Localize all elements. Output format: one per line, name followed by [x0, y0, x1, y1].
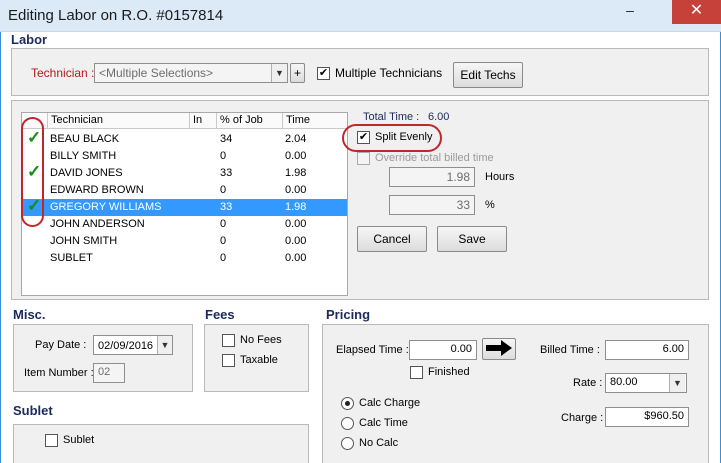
multiple-technicians-label: Multiple Technicians: [335, 66, 443, 80]
multiple-technicians-checkbox[interactable]: ✔: [317, 67, 330, 80]
apply-elapsed-button[interactable]: [482, 338, 516, 360]
percent-input[interactable]: 33: [389, 195, 475, 215]
technician-select-value: <Multiple Selections>: [99, 66, 214, 80]
billed-time-label: Billed Time :: [540, 344, 600, 356]
charge-input[interactable]: $960.50: [605, 407, 689, 427]
no-fees-checkbox[interactable]: [222, 334, 235, 347]
charge-label: Charge :: [561, 412, 604, 424]
grid-header-time: Time: [283, 113, 347, 129]
sublet-checkbox[interactable]: [45, 434, 58, 447]
table-row[interactable]: JOHN SMITH 0 0.00: [22, 233, 347, 250]
minimize-button[interactable]: –: [613, 0, 647, 24]
time-cell: 2.04: [285, 133, 307, 145]
time-cell: 0.00: [285, 150, 307, 162]
checkmark-highlight-oval: [21, 117, 44, 227]
time-cell: 0.00: [285, 184, 307, 196]
chevron-down-icon[interactable]: ▼: [271, 64, 287, 82]
arrow-right-icon: [486, 340, 512, 356]
override-billed-label: Override total billed time: [375, 152, 494, 164]
save-button[interactable]: Save: [437, 226, 507, 252]
calc-time-label: Calc Time: [359, 417, 408, 429]
close-button[interactable]: ✕: [672, 0, 721, 24]
rate-select-value: 80.00: [610, 376, 638, 388]
fees-section-title: Fees: [205, 307, 235, 322]
calc-charge-radio[interactable]: [341, 397, 354, 410]
no-calc-radio[interactable]: [341, 437, 354, 450]
percent-cell: 34: [220, 133, 233, 145]
time-cell: 1.98: [285, 167, 307, 179]
cancel-button[interactable]: Cancel: [357, 226, 427, 252]
table-row[interactable]: ✓ BEAU BLACK 34 2.04: [22, 129, 347, 148]
percent-cell: 0: [220, 235, 227, 247]
pricing-section-title: Pricing: [326, 307, 371, 322]
elapsed-time-label: Elapsed Time :: [336, 344, 409, 356]
time-cell: 0.00: [285, 218, 307, 230]
percent-label: %: [485, 199, 495, 211]
add-technician-button[interactable]: +: [290, 63, 305, 83]
table-row[interactable]: ✓ GREGORY WILLIAMS 33 1.98: [22, 197, 347, 216]
misc-section-title: Misc.: [13, 307, 46, 322]
finished-label: Finished: [428, 366, 470, 378]
technician-name-cell: BILLY SMITH: [50, 150, 117, 162]
technician-name-cell: EDWARD BROWN: [50, 184, 144, 196]
table-row[interactable]: SUBLET 0 0.00: [22, 250, 347, 267]
finished-checkbox[interactable]: [410, 366, 423, 379]
sublet-label: Sublet: [63, 434, 95, 446]
pay-date-value: 02/09/2016: [98, 340, 154, 352]
taxable-checkbox[interactable]: [222, 354, 235, 367]
calendar-dropdown-icon[interactable]: ▼: [157, 336, 172, 354]
rate-chevron-down-icon[interactable]: ▼: [669, 374, 685, 392]
taxable-label: Taxable: [240, 354, 278, 366]
split-evenly-checkbox[interactable]: ✔: [357, 131, 370, 144]
item-number-label: Item Number :: [24, 367, 94, 379]
window-title: Editing Labor on R.O. #0157814: [8, 7, 224, 24]
calc-charge-label: Calc Charge: [359, 397, 421, 409]
technician-name-cell: GREGORY WILLIAMS: [50, 201, 162, 213]
technician-label: Technician :: [31, 66, 95, 80]
table-row[interactable]: BILLY SMITH 0 0.00: [22, 148, 347, 165]
table-row[interactable]: JOHN ANDERSON 0 0.00: [22, 216, 347, 233]
technician-name-cell: JOHN SMITH: [50, 235, 118, 247]
hours-input[interactable]: 1.98: [389, 167, 475, 187]
elapsed-time-input[interactable]: 0.00: [409, 340, 477, 360]
rate-label: Rate :: [573, 377, 603, 389]
time-cell: 0.00: [285, 252, 307, 264]
technician-name-cell: BEAU BLACK: [50, 133, 120, 145]
percent-cell: 0: [220, 150, 227, 162]
grid-header-technician: Technician: [48, 113, 190, 129]
total-time-value: 6.00: [428, 111, 450, 123]
edit-techs-button[interactable]: Edit Techs: [453, 62, 523, 88]
calc-time-radio[interactable]: [341, 417, 354, 430]
percent-cell: 33: [220, 201, 233, 213]
time-cell: 1.98: [285, 201, 307, 213]
technician-name-cell: JOHN ANDERSON: [50, 218, 145, 230]
sublet-section-title: Sublet: [13, 403, 53, 418]
no-fees-label: No Fees: [240, 334, 282, 346]
pay-date-label: Pay Date :: [35, 339, 87, 351]
item-number-input[interactable]: 02: [93, 363, 125, 383]
percent-cell: 0: [220, 184, 227, 196]
technician-name-cell: DAVID JONES: [50, 167, 123, 179]
time-cell: 0.00: [285, 235, 307, 247]
percent-cell: 0: [220, 252, 227, 264]
technician-name-cell: SUBLET: [50, 252, 93, 264]
no-calc-label: No Calc: [359, 437, 399, 449]
split-evenly-label: Split Evenly: [375, 131, 433, 143]
billed-time-input[interactable]: 6.00: [605, 340, 689, 360]
technician-select[interactable]: <Multiple Selections>: [94, 63, 288, 83]
grid-header-percent: % of Job: [217, 113, 283, 129]
labor-section-title: Labor: [11, 32, 48, 47]
override-billed-checkbox[interactable]: [357, 152, 370, 165]
table-row[interactable]: ✓ DAVID JONES 33 1.98: [22, 163, 347, 182]
technician-grid[interactable]: Technician In % of Job Time ✓ BEAU BLACK 3…: [21, 112, 348, 296]
percent-cell: 33: [220, 167, 233, 179]
percent-cell: 0: [220, 218, 227, 230]
total-time-label: Total Time :: [363, 111, 420, 123]
grid-header-in: In: [190, 113, 217, 129]
hours-label: Hours: [485, 171, 515, 183]
table-row[interactable]: EDWARD BROWN 0 0.00: [22, 182, 347, 199]
